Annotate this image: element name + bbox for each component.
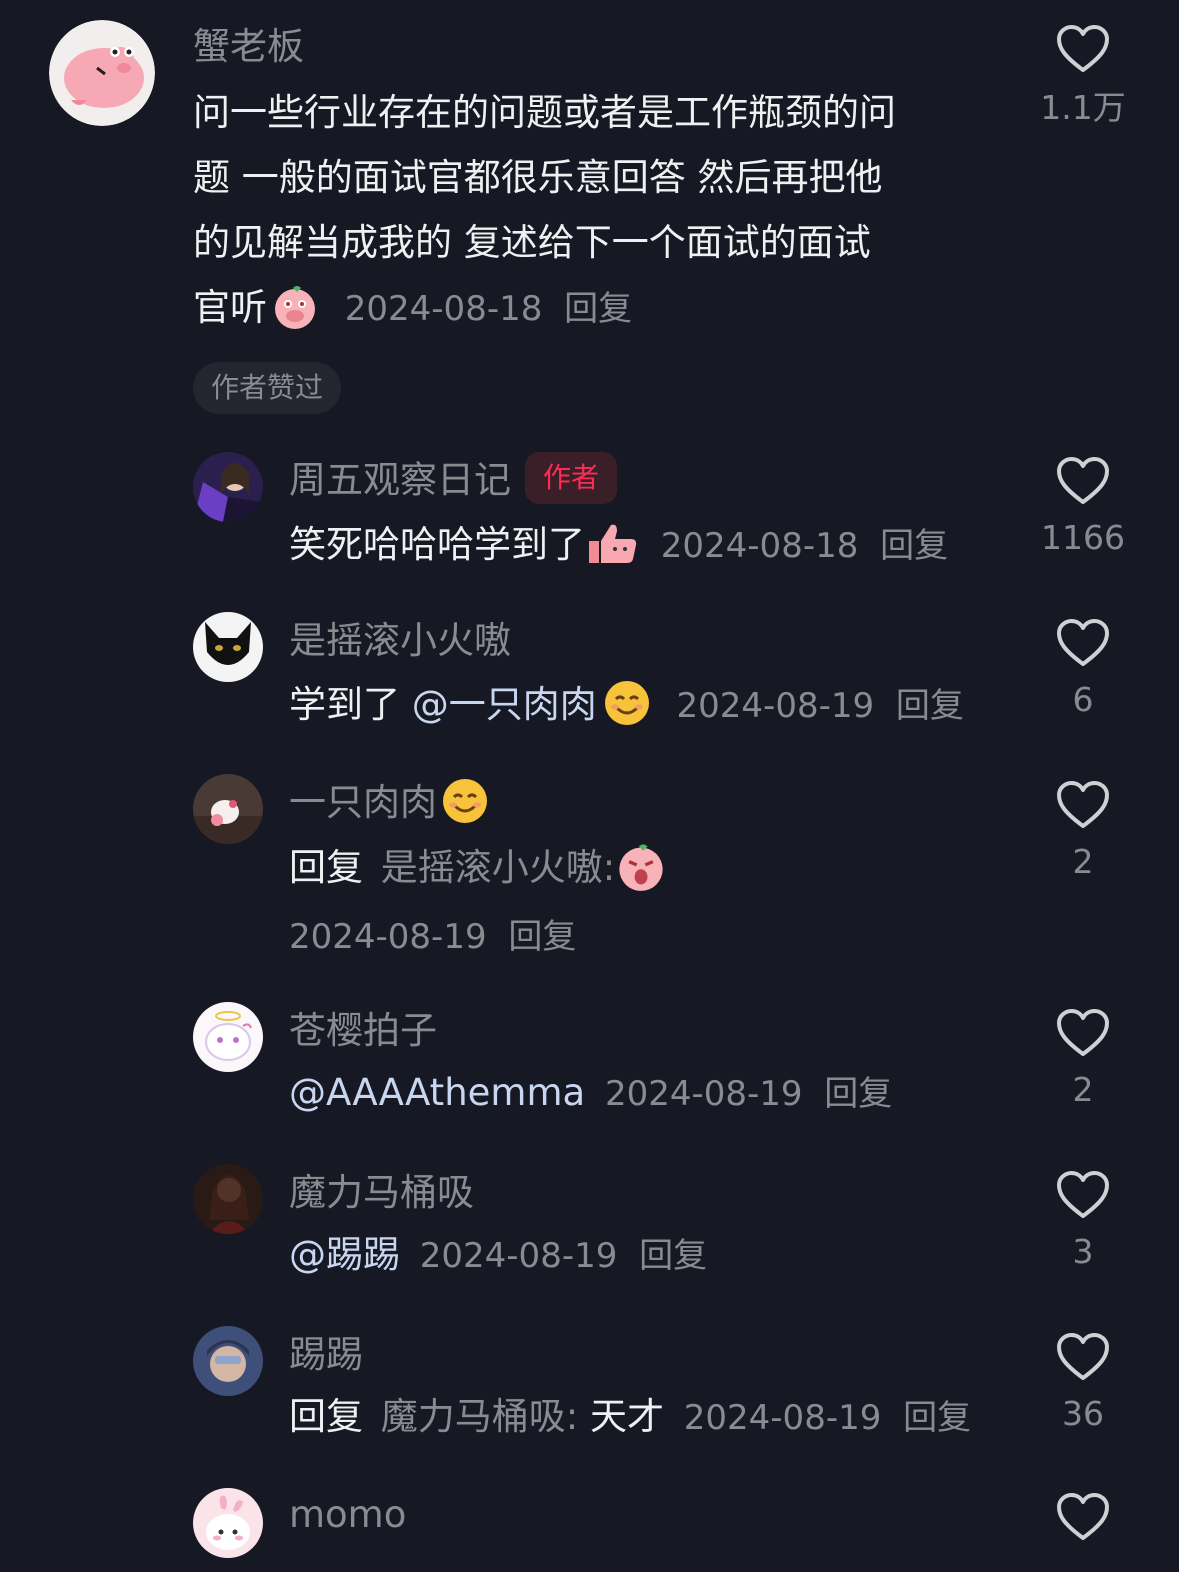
reply-text: @踢踢 2024-08-19 回复 xyxy=(289,1222,707,1289)
heart-icon xyxy=(1057,457,1109,504)
like-button[interactable]: 1166 xyxy=(1023,456,1143,558)
like-count: 2 xyxy=(1072,842,1094,881)
reply-button[interactable]: 回复 xyxy=(824,1074,892,1114)
heart-icon xyxy=(1057,1333,1109,1380)
comment-text-line: 问一些行业存在的问题或者是工作瓶颈的问 xyxy=(193,91,896,134)
reply-text: 学到了 @一只肉肉 2024-08-19 回复 xyxy=(289,672,964,739)
reply-text: 回复 是摇滚小火嗷: 2024-08-19 回复 xyxy=(289,834,667,971)
comment-author-name[interactable]: 蟹老板 xyxy=(193,24,304,70)
smile-emoji-icon xyxy=(603,679,651,727)
smile-emoji-icon xyxy=(441,777,489,825)
surprised-pig-emoji-icon xyxy=(615,840,667,892)
reply-to-name[interactable]: 魔力马桶吸: xyxy=(381,1395,578,1438)
reply-button[interactable]: 回复 xyxy=(564,289,632,329)
black-cat-avatar[interactable] xyxy=(193,612,263,682)
reply-date: 2024-08-18 xyxy=(660,526,859,566)
like-button[interactable] xyxy=(1023,1492,1143,1542)
heart-icon xyxy=(1057,1493,1109,1540)
pink-bunny-avatar[interactable] xyxy=(193,1488,263,1558)
reply-author-name[interactable]: 踢踢 xyxy=(289,1332,363,1378)
reply-word: 回复 xyxy=(289,1395,363,1438)
like-count: 36 xyxy=(1062,1394,1104,1433)
reply-button[interactable]: 回复 xyxy=(903,1398,971,1438)
reply-date: 2024-08-19 xyxy=(604,1074,803,1114)
like-count: 1.1万 xyxy=(1040,88,1126,127)
reply-text: 天才 xyxy=(578,1395,664,1438)
author-liked-tag: 作者赞过 xyxy=(193,362,342,414)
comment-item: 蟹老板 问一些行业存在的问题或者是工作瓶颈的问 题 一般的面试官都很乐意回答 然… xyxy=(0,0,1179,420)
heart-icon xyxy=(1057,1009,1109,1056)
comment-text: 问一些行业存在的问题或者是工作瓶颈的问 题 一般的面试官都很乐意回答 然后再把他… xyxy=(193,80,896,342)
heart-icon xyxy=(1057,781,1109,828)
comment-date: 2024-08-18 xyxy=(344,289,543,329)
blue-selfie-avatar[interactable] xyxy=(193,1326,263,1396)
heart-icon xyxy=(1057,619,1109,666)
reply-author-name[interactable]: 一只肉肉 xyxy=(289,781,437,824)
purple-portrait-avatar[interactable] xyxy=(193,452,263,522)
reply-button[interactable]: 回复 xyxy=(508,917,576,957)
mention-link[interactable]: @踢踢 xyxy=(289,1233,400,1276)
heart-icon xyxy=(1057,1171,1109,1218)
reply-author-name: 周五观察日记 作者 xyxy=(289,452,618,508)
reply-item: 周五观察日记 作者 笑死哈哈哈学到了 2024-08-18 回复 1166 xyxy=(0,448,1179,578)
reply-author-name[interactable]: 周五观察日记 xyxy=(289,459,511,502)
like-count: 6 xyxy=(1072,680,1094,719)
like-count: 1166 xyxy=(1041,518,1125,557)
reply-item: momo xyxy=(0,1486,1179,1572)
like-count: 2 xyxy=(1072,1070,1094,1109)
reply-author-name[interactable]: momo xyxy=(289,1492,406,1538)
white-cat-angel-avatar[interactable] xyxy=(193,1002,263,1072)
reply-author-name[interactable]: 是摇滚小火嗷 xyxy=(289,618,511,664)
like-button[interactable]: 36 xyxy=(1023,1332,1143,1434)
mention-link[interactable]: @一只肉肉 xyxy=(412,683,597,726)
reply-button[interactable]: 回复 xyxy=(639,1236,707,1276)
thumbs-up-emoji-icon xyxy=(585,519,639,567)
reply-author-name[interactable]: 魔力马桶吸 xyxy=(289,1170,474,1216)
reply-item: 苍樱拍子 @AAAAthemma 2024-08-19 回复 2 xyxy=(0,1000,1179,1130)
comment-text-line: 题 一般的面试官都很乐意回答 然后再把他 xyxy=(193,156,883,199)
reply-date: 2024-08-19 xyxy=(419,1236,618,1276)
reply-item: 踢踢 回复 魔力马桶吸: 天才 2024-08-19 回复 36 xyxy=(0,1324,1179,1454)
reply-item: 一只肉肉 回复 是摇滚小火嗷: 2024-08-19 回复 2 xyxy=(0,772,1179,972)
hello-kitty-avatar[interactable] xyxy=(193,774,263,844)
reply-word: 回复 xyxy=(289,846,363,889)
reply-to-name[interactable]: 是摇滚小火嗷: xyxy=(381,846,615,889)
reply-text: @AAAAthemma 2024-08-19 回复 xyxy=(289,1060,892,1127)
author-badge: 作者 xyxy=(525,452,618,504)
reply-text: 回复 魔力马桶吸: 天才 2024-08-19 回复 xyxy=(289,1384,971,1451)
like-button[interactable]: 2 xyxy=(1023,780,1143,882)
reply-item: 是摇滚小火嗷 学到了 @一只肉肉 2024-08-19 回复 6 xyxy=(0,610,1179,740)
comment-text-line: 的见解当成我的 复述给下一个面试的面试 xyxy=(193,221,871,264)
pig-avatar[interactable] xyxy=(49,20,155,126)
like-button[interactable]: 6 xyxy=(1023,618,1143,720)
reply-date: 2024-08-19 xyxy=(683,1398,882,1438)
reply-date: 2024-08-19 xyxy=(289,917,487,957)
mention-link[interactable]: @AAAAthemma xyxy=(289,1071,585,1114)
heart-icon xyxy=(1057,25,1109,72)
covering-mouth-emoji-icon xyxy=(271,282,319,330)
reply-text: 笑死哈哈哈学到了 2024-08-18 回复 xyxy=(289,512,948,579)
like-count: 3 xyxy=(1072,1232,1094,1271)
reply-item: 魔力马桶吸 @踢踢 2024-08-19 回复 3 xyxy=(0,1162,1179,1292)
dark-portrait-avatar[interactable] xyxy=(193,1164,263,1234)
like-button[interactable]: 3 xyxy=(1023,1170,1143,1272)
comment-text-line: 官听 xyxy=(193,286,267,329)
reply-text-prefix: 学到了 xyxy=(289,683,412,726)
reply-text: 笑死哈哈哈学到了 xyxy=(289,523,585,566)
reply-button[interactable]: 回复 xyxy=(880,526,948,566)
reply-author-name[interactable]: 苍樱拍子 xyxy=(289,1008,437,1054)
like-button[interactable]: 1.1万 xyxy=(1023,24,1143,128)
reply-button[interactable]: 回复 xyxy=(896,686,964,726)
reply-date: 2024-08-19 xyxy=(676,686,875,726)
like-button[interactable]: 2 xyxy=(1023,1008,1143,1110)
reply-author-name: 一只肉肉 xyxy=(289,777,489,829)
